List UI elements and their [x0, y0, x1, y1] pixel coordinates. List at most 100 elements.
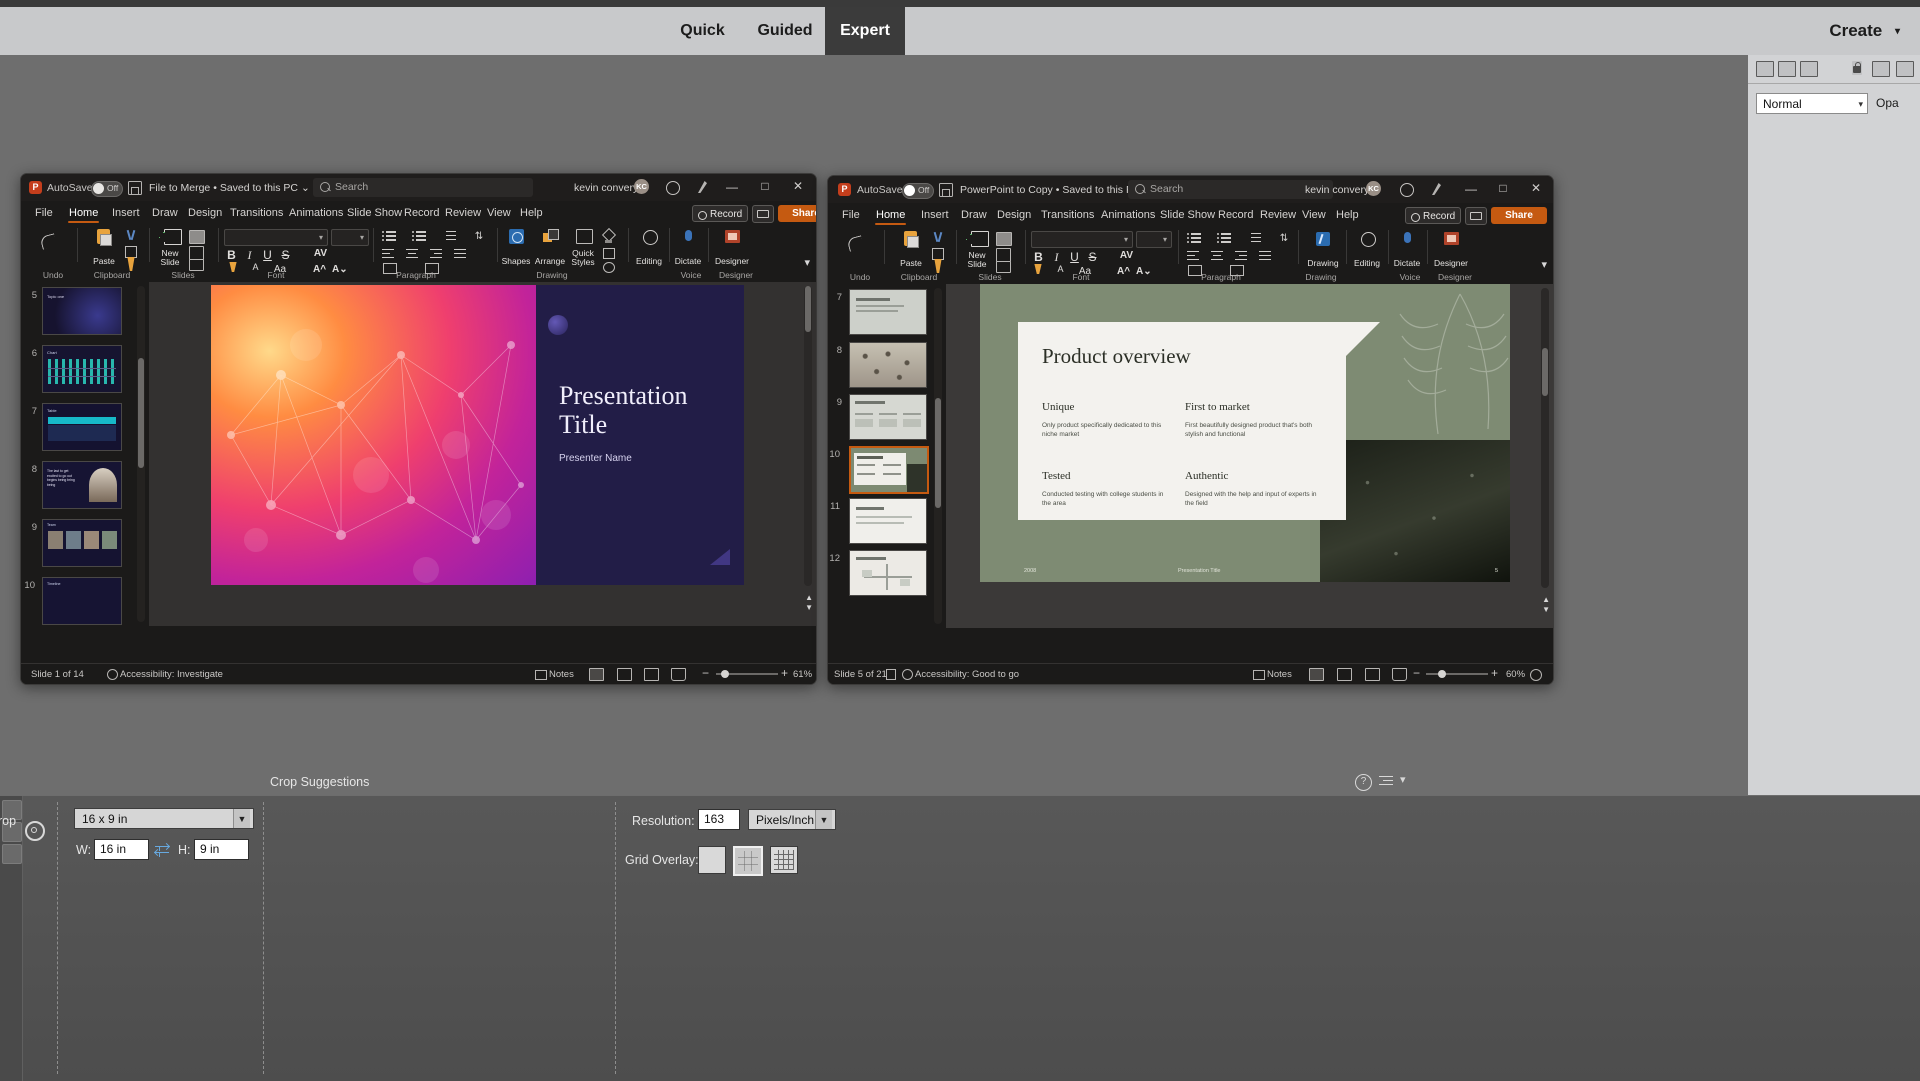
slide-thumbnail[interactable] [849, 446, 929, 494]
share-button[interactable]: Share [1491, 207, 1547, 224]
grid-overlay-none-button[interactable] [698, 846, 726, 874]
ribbon-tab-home[interactable]: Home [69, 207, 98, 219]
format-painter-button[interactable] [929, 259, 947, 273]
accessibility-icon[interactable] [666, 181, 680, 195]
ribbon-tab-animations[interactable]: Animations [1101, 209, 1155, 221]
close-button[interactable]: ✕ [1527, 181, 1545, 195]
slide-thumbnail[interactable]: Topic one [42, 287, 122, 335]
maximize-button[interactable]: □ [756, 179, 774, 193]
zoom-in-button[interactable]: + [781, 666, 788, 680]
text-direction-button[interactable]: ⇅ [469, 229, 493, 243]
grid-overlay-fine-button[interactable] [770, 846, 798, 874]
height-input[interactable]: 9 in [194, 839, 249, 860]
ribbon-tab-help[interactable]: Help [1336, 209, 1359, 221]
character-spacing-button[interactable]: AV [1118, 250, 1135, 261]
font-size-select[interactable]: ▾ [331, 229, 369, 246]
italic-button[interactable]: I [243, 248, 256, 263]
view-normal-button[interactable] [589, 668, 604, 681]
powerpoint-window-left[interactable]: P AutoSave Off File to Merge • Saved to … [20, 173, 817, 685]
slide-panel-scrollbar[interactable] [934, 288, 942, 624]
image-canvas[interactable]: P AutoSave Off File to Merge • Saved to … [0, 55, 1748, 795]
shapes-button[interactable]: Shapes [500, 228, 532, 266]
save-icon[interactable] [939, 183, 953, 197]
ribbon-tab-file[interactable]: File [35, 207, 53, 219]
aspect-ratio-select[interactable]: 16 x 9 in ▼ [74, 808, 254, 829]
paste-button[interactable]: Paste [87, 228, 121, 266]
undo-button[interactable] [840, 231, 876, 261]
stage-scrollbar[interactable] [804, 286, 812, 586]
user-name[interactable]: kevin convery [574, 182, 638, 194]
comments-button[interactable] [752, 205, 774, 223]
ink-pen-icon[interactable] [1432, 183, 1444, 195]
slide-stage[interactable]: Presentation Title Presenter Name ▲ ▼ [149, 282, 816, 626]
view-reading-button[interactable] [644, 668, 659, 681]
avatar[interactable]: KC [634, 179, 649, 194]
justify-button[interactable] [451, 248, 473, 261]
undo-button[interactable] [33, 229, 69, 259]
ribbon-tab-slide-show[interactable]: Slide Show [347, 207, 402, 219]
bullets-button[interactable] [1184, 231, 1208, 245]
ribbon-tab-slide-show[interactable]: Slide Show [1160, 209, 1215, 221]
view-slide-sorter-button[interactable] [617, 668, 632, 681]
mode-tab-quick[interactable]: Quick [660, 7, 745, 55]
text-highlight-button[interactable] [1029, 264, 1047, 276]
strikethrough-button[interactable]: S [1086, 250, 1099, 264]
scroll-up-icon[interactable]: ▲ [1542, 595, 1550, 604]
create-button[interactable]: Create ▾ [1829, 7, 1900, 55]
layer-menu-icon[interactable] [1896, 61, 1914, 77]
decrease-font-button[interactable]: A⌄ [1136, 266, 1151, 277]
ribbon-tab-record[interactable]: Record [1218, 209, 1253, 221]
scroll-down-icon[interactable]: ▼ [805, 603, 813, 612]
align-left-button[interactable] [1184, 250, 1206, 263]
numbering-button[interactable] [1214, 231, 1238, 245]
paste-button[interactable]: Paste [894, 230, 928, 268]
bold-button[interactable]: B [225, 248, 238, 262]
new-slide-button[interactable]: New Slide [154, 228, 186, 266]
scrollbar-thumb[interactable] [138, 358, 144, 468]
increase-font-button[interactable]: A^ [312, 264, 327, 275]
accessibility-status[interactable]: Accessibility: Good to go [915, 669, 1019, 680]
collapse-panel-icon[interactable]: ▾ [1400, 773, 1406, 786]
quick-styles-button[interactable]: Quick Styles [568, 228, 598, 266]
line-spacing-button[interactable] [439, 229, 463, 243]
zoom-level[interactable]: 60% [1506, 669, 1525, 680]
slide-thumbnail-panel[interactable]: 7 8 9 [828, 284, 946, 628]
lock-icon[interactable] [1852, 61, 1862, 75]
scroll-up-icon[interactable]: ▲ [805, 593, 813, 602]
resolution-input[interactable]: 163 [698, 809, 740, 830]
new-slide-button[interactable]: New Slide [961, 230, 993, 268]
autosave-toggle[interactable]: Off [91, 181, 123, 197]
layout-button[interactable] [994, 230, 1020, 246]
underline-button[interactable]: U [261, 248, 274, 262]
dictate-button[interactable]: Dictate [1391, 230, 1423, 268]
zoom-out-button[interactable]: − [702, 666, 709, 680]
autosave-toggle[interactable]: Off [902, 183, 934, 199]
width-input[interactable]: 16 in [94, 839, 149, 860]
font-family-select[interactable]: ▾ [1031, 231, 1133, 248]
view-normal-button[interactable] [1309, 668, 1324, 681]
zoom-slider-knob[interactable] [721, 670, 729, 678]
align-center-button[interactable] [403, 248, 425, 261]
minimize-button[interactable]: — [723, 180, 741, 194]
search-box[interactable]: Search [1128, 180, 1333, 199]
ribbon-collapse-icon[interactable]: ▾ [1541, 258, 1547, 271]
powerpoint-window-right[interactable]: P AutoSave Off PowerPoint to Copy • Save… [827, 175, 1554, 685]
ribbon-tab-view[interactable]: View [487, 207, 511, 219]
notes-button[interactable]: Notes [1267, 669, 1292, 680]
slide-thumbnail[interactable] [849, 550, 927, 596]
layer-mask-icon[interactable] [1872, 61, 1890, 77]
align-left-button[interactable] [379, 248, 401, 261]
bullets-button[interactable] [379, 229, 403, 243]
slide-thumbnail-panel[interactable]: 5 Topic one 6 Chart 7 Table [21, 282, 149, 626]
view-slideshow-button[interactable] [1392, 668, 1407, 681]
ribbon-tab-insert[interactable]: Insert [921, 209, 949, 221]
shape-fill-button[interactable] [599, 229, 619, 243]
view-reading-button[interactable] [1365, 668, 1380, 681]
ribbon-tab-animations[interactable]: Animations [289, 207, 343, 219]
view-slide-sorter-button[interactable] [1337, 668, 1352, 681]
character-spacing-button[interactable]: AV [312, 248, 329, 259]
ribbon-collapse-icon[interactable]: ▾ [804, 256, 810, 269]
user-name[interactable]: kevin convery [1305, 184, 1369, 196]
new-layer-icon[interactable] [1756, 61, 1774, 77]
maximize-button[interactable]: □ [1494, 181, 1512, 195]
